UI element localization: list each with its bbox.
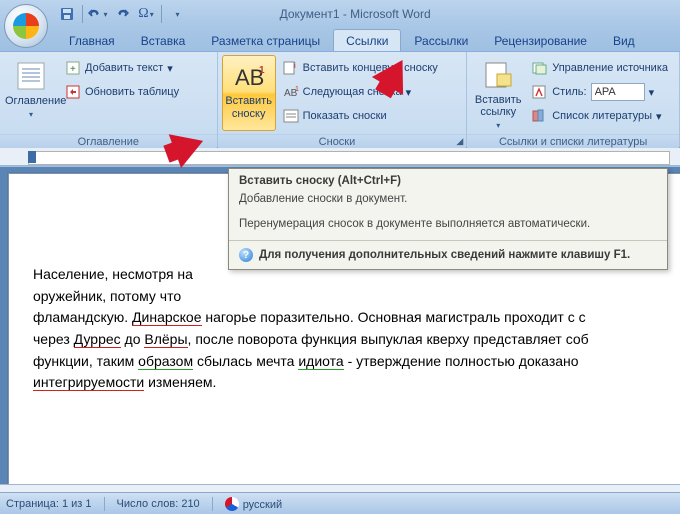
office-logo-icon [13, 13, 39, 39]
update-icon [65, 84, 81, 100]
tab-layout[interactable]: Разметка страницы [198, 29, 333, 51]
status-page[interactable]: Страница: 1 из 1 [6, 498, 92, 510]
split-handle[interactable] [0, 484, 680, 492]
qat-customize-button[interactable]: ▾ [166, 3, 188, 25]
title-bar: ▾ Ω ▾ ▾ Документ1 - Microsoft Word [0, 0, 680, 28]
style-select[interactable] [591, 83, 645, 101]
style-icon [532, 84, 548, 100]
ribbon: Оглавление ▾ + Добавить текст ▾ Обновить… [0, 52, 680, 148]
chevron-down-icon[interactable]: ▾ [649, 86, 655, 99]
insert-footnote-label: Вставить сноску [223, 95, 275, 120]
tab-insert[interactable]: Вставка [128, 29, 199, 51]
toc-label: Оглавление [5, 95, 57, 108]
tooltip-help: ? Для получения дополнительных сведений … [229, 241, 667, 269]
svg-text:1: 1 [259, 65, 265, 76]
omega-icon: Ω [138, 6, 148, 22]
redo-button[interactable] [111, 3, 133, 25]
dialog-launcher-icon[interactable]: ◢ [456, 136, 463, 147]
group-footnotes-title: Сноски◢ [218, 134, 467, 148]
save-button[interactable] [56, 3, 78, 25]
svg-text:1: 1 [295, 86, 299, 93]
update-toc-button[interactable]: Обновить таблицу [60, 81, 184, 103]
citation-style-row: Стиль: ▾ [527, 81, 673, 103]
insert-citation-label: Вставить ссылку [472, 94, 524, 119]
chevron-down-icon: ▾ [29, 110, 33, 119]
citation-icon [482, 60, 514, 91]
group-citations-title: Ссылки и списки литературы [467, 134, 679, 148]
tab-review[interactable]: Рецензирование [481, 29, 600, 51]
language-icon [225, 497, 239, 511]
toc-icon [15, 60, 47, 92]
manage-sources-icon [532, 60, 548, 76]
svg-text:+: + [70, 64, 76, 75]
quick-access-toolbar: ▾ Ω ▾ ▾ [56, 3, 188, 25]
insert-citation-button[interactable]: Вставить ссылку ▾ [471, 55, 525, 131]
add-text-icon: + [65, 60, 81, 76]
status-bar: Страница: 1 из 1 Число слов: 210 русский [0, 492, 680, 514]
manage-sources-label: Управление источника [552, 62, 668, 74]
chevron-down-icon: ▾ [150, 10, 154, 19]
endnote-icon: i [283, 60, 299, 76]
next-footnote-button[interactable]: AB1 Следующая сноска ▾ [278, 81, 443, 103]
tab-references[interactable]: Ссылки [333, 29, 401, 51]
symbol-button[interactable]: Ω ▾ [135, 3, 157, 25]
help-icon: ? [239, 248, 253, 262]
chevron-down-icon: ▾ [656, 110, 662, 123]
tooltip: Вставить сноску (Alt+Ctrl+F) Добавление … [228, 168, 668, 270]
update-label: Обновить таблицу [85, 86, 179, 98]
undo-button[interactable]: ▾ [87, 3, 109, 25]
footnote-icon: AB1 [233, 60, 265, 92]
add-text-button[interactable]: + Добавить текст ▾ [60, 57, 184, 79]
tab-home[interactable]: Главная [56, 29, 128, 51]
redo-icon [115, 8, 129, 20]
chevron-down-icon: ▾ [175, 10, 179, 19]
tab-mailings[interactable]: Рассылки [401, 29, 481, 51]
tab-view[interactable]: Вид [600, 29, 648, 51]
chevron-down-icon: ▾ [167, 62, 173, 75]
undo-icon [88, 8, 102, 20]
show-notes-icon [283, 108, 299, 124]
tooltip-title: Вставить сноску (Alt+Ctrl+F) [229, 169, 667, 189]
insert-footnote-button[interactable]: AB1 Вставить сноску [222, 55, 276, 131]
next-footnote-icon: AB1 [283, 84, 299, 100]
office-button[interactable] [4, 4, 48, 48]
status-words[interactable]: Число слов: 210 [117, 498, 200, 510]
manage-sources-button[interactable]: Управление источника [527, 57, 673, 79]
status-language[interactable]: русский [225, 497, 282, 511]
ribbon-tabs: Главная Вставка Разметка страницы Ссылки… [0, 28, 680, 52]
document-title: Документ1 - Microsoft Word [280, 7, 431, 21]
toc-button[interactable]: Оглавление ▾ [4, 55, 58, 131]
bibliography-button[interactable]: Список литературы ▾ [527, 105, 673, 127]
show-footnotes-label: Показать сноски [303, 110, 387, 122]
bibliography-label: Список литературы [552, 110, 652, 122]
horizontal-ruler[interactable] [0, 148, 680, 166]
tooltip-body: Добавление сноски в документ. Перенумера… [229, 189, 667, 240]
document-text[interactable]: Население, несмотря на оружейник, потому… [33, 264, 680, 394]
svg-text:i: i [294, 61, 296, 70]
chevron-down-icon: ▾ [103, 10, 107, 19]
show-footnotes-button[interactable]: Показать сноски [278, 105, 443, 127]
add-text-label: Добавить текст [85, 62, 163, 74]
style-label: Стиль: [552, 86, 586, 98]
group-footnotes: AB1 Вставить сноску i Вставить концевую … [218, 52, 468, 147]
bibliography-icon [532, 108, 548, 124]
save-icon [60, 7, 74, 21]
group-citations: Вставить ссылку ▾ Управление источника С… [467, 52, 680, 147]
chevron-down-icon: ▾ [496, 121, 500, 130]
